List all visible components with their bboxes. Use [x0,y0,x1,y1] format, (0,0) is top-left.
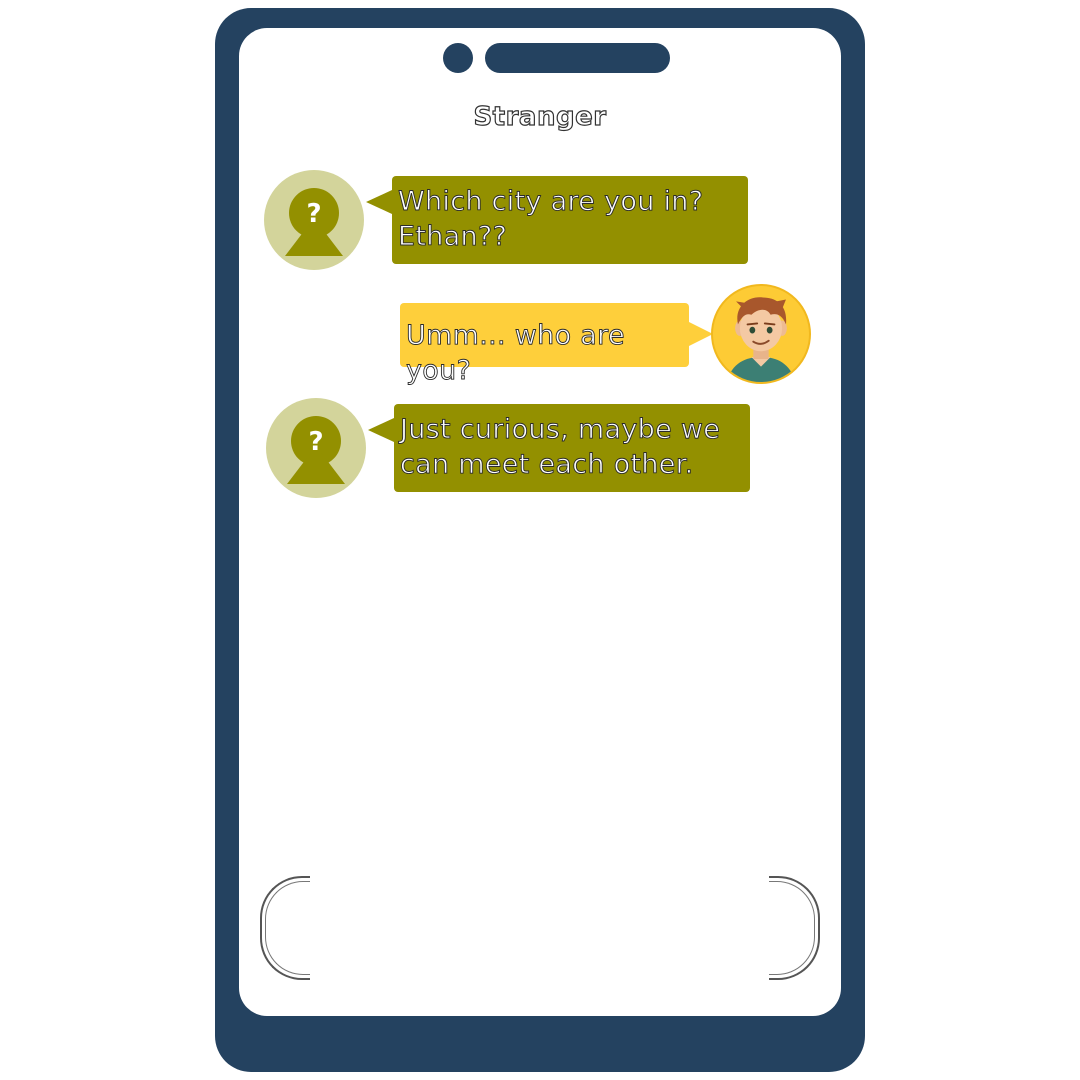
bubble-tail [366,190,392,214]
message-input[interactable] [312,880,771,978]
unknown-person-icon: ? [266,398,366,498]
message-line: Ethan?? [398,221,508,253]
message-line: Umm... who are you? [406,320,625,387]
chat-contact-name: Stranger [473,101,607,132]
message-bubble-incoming: Just curious, maybe we can meet each oth… [394,404,750,492]
message-bubble-outgoing: Umm... who are you? [400,303,689,386]
message-line: Just curious, maybe we [400,414,721,446]
bubble-tail [368,418,394,442]
user-avatar [711,284,811,384]
earpiece-speaker [485,43,670,73]
message-bubble-incoming: Which city are you in? Ethan?? [392,176,748,264]
unknown-person-icon: ? [264,170,364,270]
bubble-tail [689,322,713,346]
svg-text:?: ? [308,427,323,457]
message-line: can meet each other. [400,449,694,481]
svg-text:?: ? [306,199,321,229]
front-camera [443,43,473,73]
message-line: Which city are you in? [398,186,704,218]
